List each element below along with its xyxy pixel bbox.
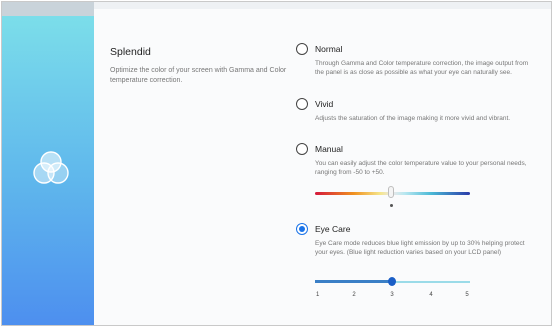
tick-label: 5: [465, 292, 469, 298]
radio-eye-care[interactable]: [296, 223, 308, 235]
tick-label: 4: [429, 292, 433, 298]
option-description: Through Gamma and Color temperature corr…: [315, 60, 529, 76]
option-description: Eye Care mode reduces blue light emissio…: [315, 240, 525, 256]
color-temperature-center-marker: [390, 204, 393, 207]
option-description: You can easily adjust the color temperat…: [315, 160, 527, 176]
radio-manual[interactable]: [296, 143, 308, 155]
option-label: Eye Care: [315, 224, 351, 234]
radio-normal[interactable]: [296, 43, 308, 55]
eye-care-ticks: 1 2 3 4 5: [315, 292, 470, 302]
main-content: Splendid Optimize the color of your scre…: [94, 2, 551, 325]
radio-vivid[interactable]: [296, 98, 308, 110]
content-top-band: [94, 2, 551, 9]
sidebar-top-band: [2, 2, 94, 16]
section-title: Splendid: [110, 46, 151, 58]
color-temperature-thumb[interactable]: [388, 186, 394, 198]
tick-label: 1: [316, 292, 320, 298]
app-window: Splendid Optimize the color of your scre…: [1, 1, 552, 326]
option-label: Vivid: [315, 99, 334, 109]
splendid-circles-icon: [33, 151, 69, 184]
option-label: Manual: [315, 144, 343, 154]
option-description: Adjusts the saturation of the image maki…: [315, 115, 511, 122]
eye-care-fill: [315, 280, 392, 283]
section-description: Optimize the color of your screen with G…: [110, 67, 287, 84]
tick-label: 3: [390, 292, 394, 298]
tick-label: 2: [352, 292, 356, 298]
sidebar: [2, 2, 94, 325]
eye-care-thumb[interactable]: [388, 277, 396, 286]
option-label: Normal: [315, 44, 343, 54]
